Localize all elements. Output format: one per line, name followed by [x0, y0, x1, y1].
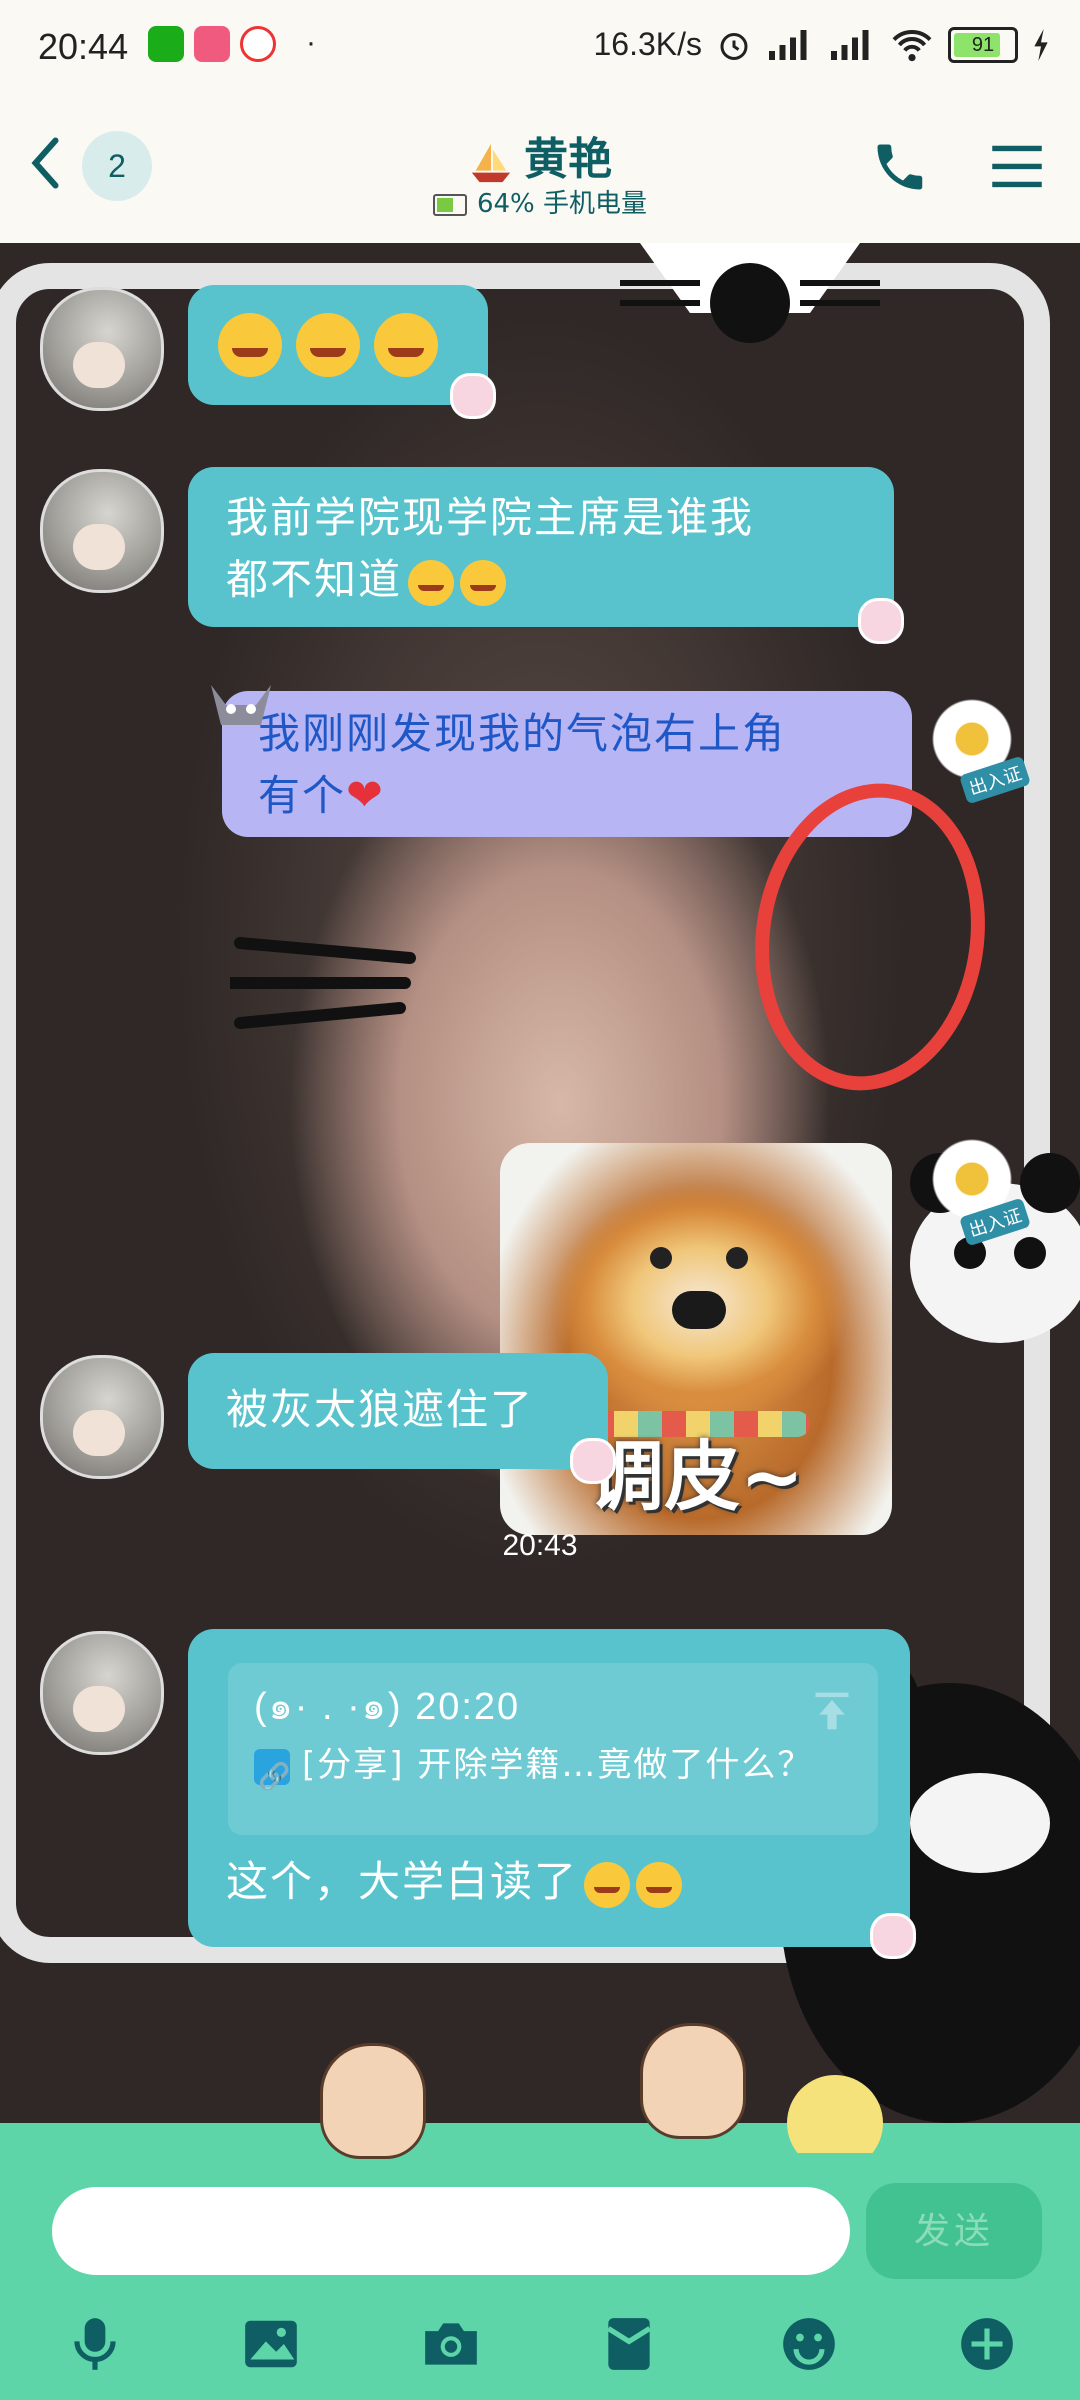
facepalm-emoji-icon	[408, 559, 455, 606]
cat-girl-pendant-icon	[320, 2043, 426, 2159]
grey-wolf-avatar-decor-icon	[211, 685, 271, 725]
bubble-flower-decor-icon	[450, 373, 496, 419]
app-notification-icon	[194, 26, 230, 62]
phone-battery-icon	[432, 193, 467, 216]
message-bubble-text[interactable]: 被灰太狼遮住了	[188, 1353, 608, 1469]
contact-avatar[interactable]	[40, 469, 164, 593]
microphone-icon[interactable]	[64, 2313, 126, 2375]
facepalm-emoji-icon	[460, 559, 507, 606]
background-whiskers-decor	[230, 937, 416, 1029]
facepalm-emoji-icon	[296, 312, 360, 377]
link-icon	[254, 1748, 292, 1805]
phone-call-icon[interactable]	[870, 137, 930, 197]
composer-toolbar	[0, 2313, 1080, 2393]
message-text-line: 都不知道	[226, 549, 856, 611]
facepalm-emoji-icon	[374, 312, 438, 377]
chat-pendant-decor	[240, 2023, 940, 2159]
message-composer: 发送	[0, 2023, 1080, 2400]
contact-avatar[interactable]	[40, 287, 164, 411]
signal-hd-icon	[831, 29, 869, 60]
status-right: 16.3K/s 91	[593, 26, 1050, 63]
message-bubble-emoji[interactable]	[188, 285, 488, 405]
shushing-emoji-icon	[636, 1861, 683, 1908]
bubble-flower-decor-icon	[870, 1913, 916, 1959]
message-bubble-text[interactable]: 我前学院现学院主席是谁我 都不知道	[188, 467, 894, 627]
quote-text-row: [分享] 开除学籍…竟做了什么？	[254, 1737, 852, 1805]
moon-pendant-icon	[787, 2075, 883, 2153]
menu-icon[interactable]	[990, 141, 1044, 191]
plus-icon[interactable]	[956, 2313, 1018, 2375]
chat-message-list[interactable]: 我前学院现学院主席是谁我 都不知道 我刚刚发现我的气泡右上角 有个❤ 出入证 调…	[0, 243, 1080, 2123]
contact-avatar[interactable]	[40, 1355, 164, 1479]
bubble-flower-decor-icon	[858, 598, 904, 644]
image-icon[interactable]	[240, 2313, 302, 2375]
battery-icon: 91	[948, 26, 1018, 63]
notification-icons: ·	[148, 26, 316, 62]
bubble-flower-decor-icon	[570, 1438, 616, 1484]
message-bubble-quote[interactable]: (๑· . ·๑) 20:20 [分享] 开除学籍…竟做了什么？ 这个，大学白读…	[188, 1629, 910, 1947]
red-packet-icon[interactable]	[598, 2313, 660, 2375]
battery-level: 91	[971, 33, 995, 56]
app-notification-icon-2	[240, 26, 276, 62]
quote-meta: (๑· . ·๑) 20:20	[254, 1686, 521, 1728]
sailboat-icon	[471, 143, 511, 182]
sticker-eye	[650, 1247, 672, 1269]
message-text-line: 我前学院现学院主席是谁我	[226, 493, 755, 542]
quoted-share-card[interactable]: (๑· . ·๑) 20:20 [分享] 开除学籍…竟做了什么？	[228, 1663, 878, 1835]
signal-icon	[769, 29, 807, 60]
send-button[interactable]: 发送	[866, 2183, 1042, 2279]
wechat-icon	[148, 26, 184, 62]
message-input[interactable]	[52, 2187, 850, 2275]
dog-sticker-image[interactable]: 调皮~	[500, 1143, 892, 1535]
message-text-line: 有个❤	[258, 770, 385, 821]
contact-avatar[interactable]	[40, 1631, 164, 1755]
background-cat-ears-decor	[620, 243, 880, 343]
heart-emoji-icon: ❤	[346, 770, 385, 821]
boy-pendant-icon	[640, 2023, 746, 2139]
status-bar: 20:44 · 16.3K/s 91	[0, 0, 1080, 95]
message-text-line: 我刚刚发现我的气泡右上角	[258, 709, 787, 758]
contact-name: 黄艳	[524, 134, 612, 185]
status-dot: ·	[306, 26, 316, 59]
message-text-line: 这个，大学白读了	[226, 1851, 688, 1913]
charging-icon	[1034, 28, 1048, 61]
status-time: 20:44	[38, 26, 129, 67]
jump-to-quote-icon[interactable]	[810, 1689, 854, 1733]
contact-battery-text: 64% 手机电量	[476, 189, 648, 219]
alarm-icon	[720, 32, 748, 60]
sticker-nose	[672, 1291, 726, 1329]
shushing-emoji-icon	[584, 1861, 631, 1908]
emoji-icon[interactable]	[778, 2313, 840, 2375]
time-divider: 20:43	[502, 1529, 578, 1562]
wifi-icon	[892, 29, 932, 61]
quote-text: [分享] 开除学籍…竟做了什么？	[302, 1745, 814, 1785]
network-speed: 16.3K/s	[593, 26, 702, 62]
chat-header: 2 黄艳 64% 手机电量	[0, 95, 1080, 243]
sticker-eye	[726, 1247, 748, 1269]
facepalm-emoji-icon	[218, 312, 282, 377]
camera-icon[interactable]	[420, 2313, 482, 2375]
